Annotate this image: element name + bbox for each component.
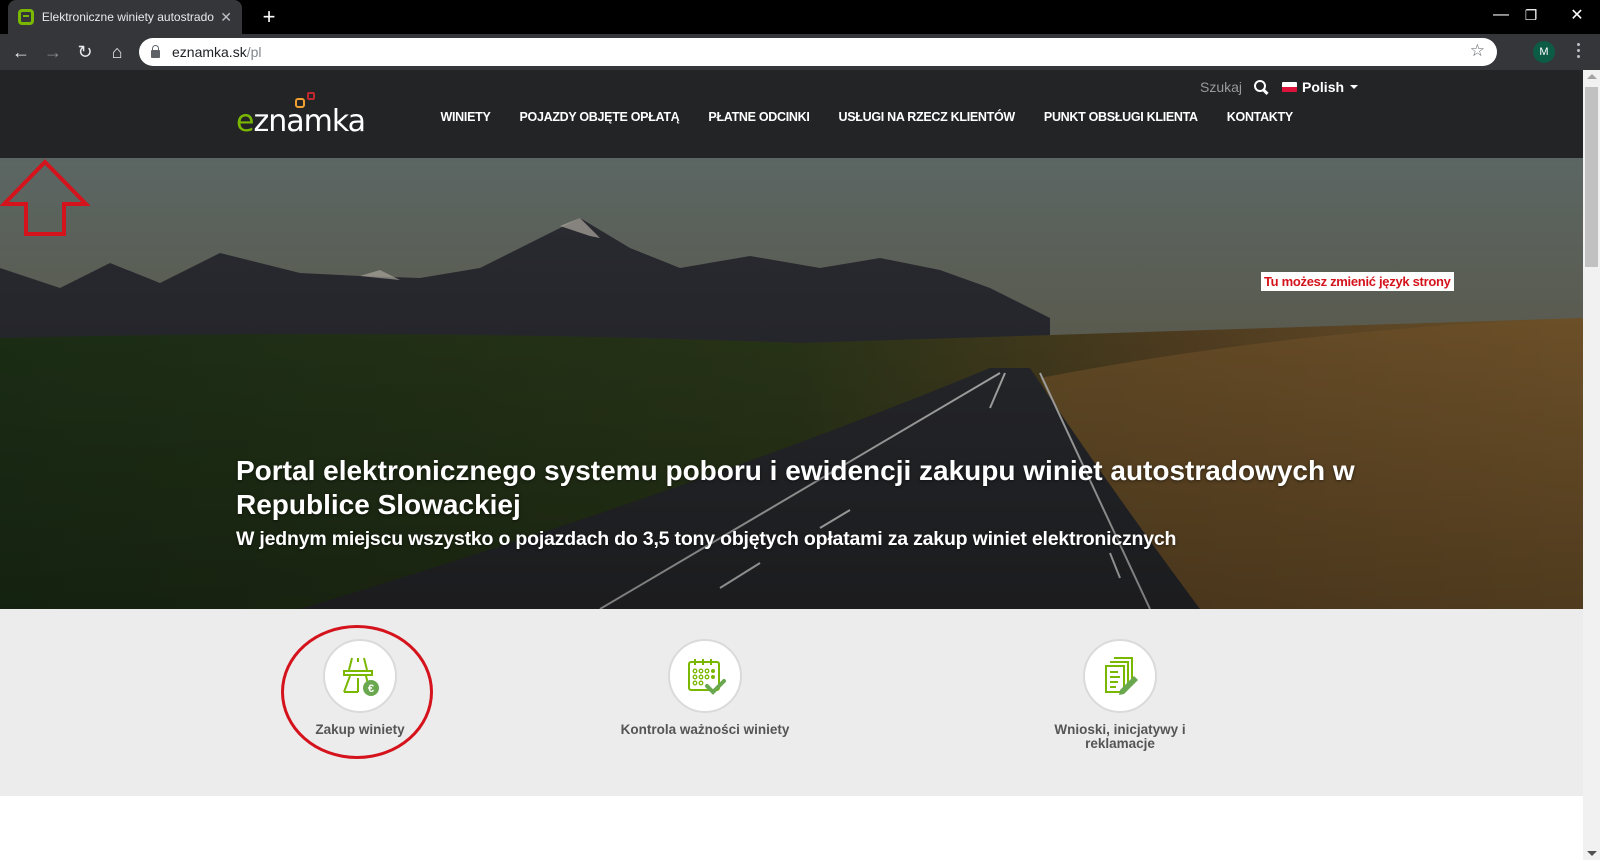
- nav-platne-odcinki[interactable]: PŁATNE ODCINKI: [694, 110, 824, 124]
- svg-text:€: €: [368, 683, 374, 695]
- service-zakup-winiety[interactable]: € Zakup winiety: [260, 639, 460, 737]
- nav-punkt-obslugi[interactable]: PUNKT OBSŁUGI KLIENTA: [1029, 110, 1212, 124]
- eznamka-favicon-icon: [18, 9, 34, 25]
- tab-title: Elektroniczne winiety autostradowe: [41, 10, 215, 24]
- nav-uslugi[interactable]: USŁUGI NA RZECZ KLIENTÓW: [824, 110, 1029, 124]
- back-arrow-icon[interactable]: ←: [7, 38, 35, 66]
- language-label: Polish: [1302, 79, 1345, 95]
- language-selector[interactable]: Polish: [1282, 79, 1359, 95]
- bookmark-star-icon[interactable]: ☆: [1470, 41, 1485, 61]
- hero-subtitle: W jednym miejscu wszystko o pojazdach do…: [236, 528, 1177, 550]
- caret-down-icon: [1350, 85, 1359, 89]
- site-header: eznamka WINIETY POJAZDY OBJĘTE OPŁATĄ PŁ…: [0, 70, 1583, 158]
- scroll-thumb[interactable]: [1585, 87, 1598, 267]
- search-link[interactable]: Szukaj: [1200, 79, 1242, 95]
- reload-icon[interactable]: ↻: [71, 38, 99, 66]
- address-bar[interactable]: eznamka.sk/pl ☆: [139, 38, 1497, 66]
- home-icon[interactable]: ⌂: [103, 38, 131, 66]
- header-utility: Szukaj Polish: [1200, 79, 1359, 95]
- service-label: Zakup winiety: [315, 722, 405, 737]
- main-nav: WINIETY POJAZDY OBJĘTE OPŁATĄ PŁATNE ODC…: [426, 110, 1307, 124]
- browser-toolbar: ← → ↻ ⌂ eznamka.sk/pl ☆ M: [0, 34, 1600, 70]
- url-host: eznamka.sk: [172, 44, 247, 60]
- nav-winiety[interactable]: WINIETY: [426, 110, 505, 124]
- service-label: Kontrola ważności winiety: [620, 722, 790, 737]
- highway-euro-icon: €: [343, 657, 379, 696]
- new-tab-button[interactable]: +: [256, 4, 282, 30]
- url-path: /pl: [246, 44, 262, 60]
- lock-icon: [151, 45, 160, 58]
- nav-kontakty[interactable]: KONTAKTY: [1212, 110, 1307, 124]
- annotation-label: Tu możesz zmienić język strony: [1261, 272, 1454, 291]
- calendar-check-icon: [688, 659, 726, 695]
- eznamka-logo[interactable]: eznamka: [236, 92, 366, 139]
- logo-red-square: [307, 92, 315, 100]
- hero-banner: Tu możesz zmienić język strony Portal el…: [0, 158, 1583, 609]
- polish-flag-icon: [1282, 82, 1298, 92]
- documents-pen-icon: [1105, 657, 1138, 695]
- service-kontrola-waznosci[interactable]: Kontrola ważności winiety: [605, 639, 805, 737]
- browser-tab[interactable]: Elektroniczne winiety autostradowe ✕: [8, 0, 242, 34]
- tab-close-icon[interactable]: ✕: [220, 9, 232, 26]
- profile-avatar[interactable]: M: [1533, 41, 1555, 63]
- service-label: Wnioski, inicjatywy i reklamacje: [1054, 722, 1186, 751]
- logo-orange-square: [295, 98, 305, 108]
- search-icon[interactable]: [1254, 80, 1268, 94]
- scroll-down-arrow-icon[interactable]: [1587, 851, 1597, 856]
- nav-pojazdy[interactable]: POJAZDY OBJĘTE OPŁATĄ: [505, 110, 694, 124]
- browser-titlebar: Elektroniczne winiety autostradowe ✕ + —…: [0, 0, 1600, 34]
- annotation-arrow-up-icon: [0, 159, 90, 236]
- restore-button[interactable]: ❐: [1508, 0, 1554, 30]
- hero-title: Portal elektronicznego systemu poboru i …: [236, 455, 1355, 520]
- close-window-button[interactable]: ✕: [1554, 0, 1600, 30]
- scroll-up-arrow-icon[interactable]: [1587, 74, 1597, 79]
- browser-menu-icon[interactable]: [1575, 43, 1581, 58]
- services-band: € Zakup winiety Kontrola ważności winiet…: [0, 609, 1583, 796]
- service-wnioski[interactable]: Wnioski, inicjatywy i reklamacje: [1020, 639, 1220, 751]
- forward-arrow-icon[interactable]: →: [39, 38, 67, 66]
- page-viewport: eznamka WINIETY POJAZDY OBJĘTE OPŁATĄ PŁ…: [0, 70, 1583, 860]
- page-scrollbar[interactable]: [1583, 70, 1600, 860]
